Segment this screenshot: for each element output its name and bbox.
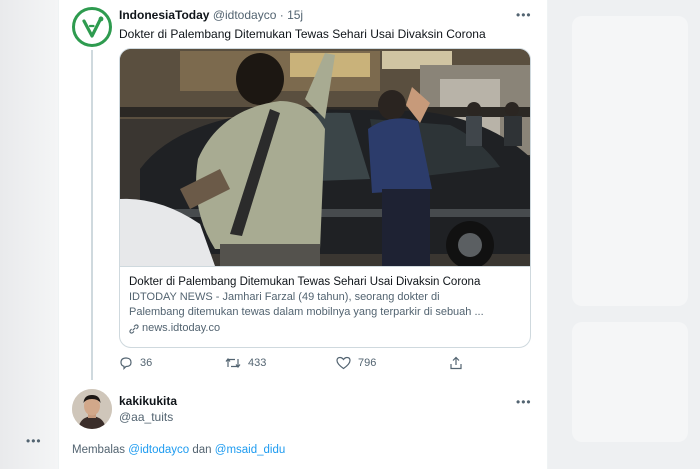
- thread-connector-line: [91, 50, 93, 380]
- tweet-header: IndonesiaToday @idtodayco · 15j: [119, 8, 303, 22]
- reply-author-name[interactable]: kakikukita: [119, 394, 177, 408]
- card-description-line1: IDTODAY NEWS - Jamhari Farzal (49 tahun)…: [129, 291, 440, 303]
- left-sidebar-background: [0, 0, 58, 469]
- card-description-line2: Palembang ditemukan tewas dalam mobilnya…: [129, 306, 484, 318]
- header-separator: ·: [279, 8, 284, 22]
- author-name[interactable]: IndonesiaToday: [119, 8, 209, 22]
- more-icon[interactable]: •••: [516, 395, 532, 409]
- tweet-text: Dokter di Palembang Ditemukan Tewas Seha…: [119, 27, 486, 41]
- card-link-row: news.idtoday.co: [129, 321, 523, 336]
- tweet-action-bar: 36 433 796: [119, 356, 479, 374]
- like-count: 796: [358, 357, 377, 369]
- avatar-photo: [72, 389, 112, 429]
- mention-link[interactable]: @idtodayco: [128, 444, 189, 456]
- more-icon[interactable]: •••: [516, 8, 532, 22]
- reply-author-handle[interactable]: @aa_tuits: [119, 410, 173, 424]
- replying-label: Membalas: [72, 444, 126, 456]
- link-card[interactable]: Dokter di Palembang Ditemukan Tewas Seha…: [119, 48, 531, 348]
- share-icon: [450, 356, 462, 370]
- reply-author-avatar[interactable]: [72, 389, 112, 429]
- mention-link[interactable]: @msaid_didu: [215, 444, 286, 456]
- author-handle[interactable]: @idtodayco: [213, 8, 277, 22]
- right-sidebar-panel: [572, 16, 688, 306]
- reply-button[interactable]: 36: [119, 356, 152, 370]
- reply-icon: [120, 357, 132, 370]
- card-domain: news.idtoday.co: [142, 322, 221, 334]
- card-text-area: Dokter di Palembang Ditemukan Tewas Seha…: [120, 266, 530, 347]
- author-avatar[interactable]: [72, 7, 112, 47]
- like-button[interactable]: 796: [336, 356, 376, 370]
- conjunction-text: dan: [192, 444, 212, 456]
- more-icon[interactable]: •••: [26, 434, 42, 448]
- link-icon: [129, 323, 139, 334]
- right-sidebar-panel: [572, 322, 688, 442]
- retweet-button[interactable]: 433: [225, 356, 266, 370]
- like-icon: [336, 356, 351, 370]
- retweet-count: 433: [248, 357, 267, 369]
- tweet-time[interactable]: 15j: [287, 8, 303, 22]
- card-title: Dokter di Palembang Ditemukan Tewas Seha…: [129, 276, 481, 288]
- share-button[interactable]: [449, 356, 463, 370]
- replying-to-line: Membalas @idtodayco dan @msaid_didu: [72, 444, 285, 456]
- idtoday-logo-icon: [82, 16, 104, 38]
- retweet-icon: [225, 358, 241, 368]
- reply-count: 36: [140, 357, 153, 369]
- card-photo: [120, 49, 530, 266]
